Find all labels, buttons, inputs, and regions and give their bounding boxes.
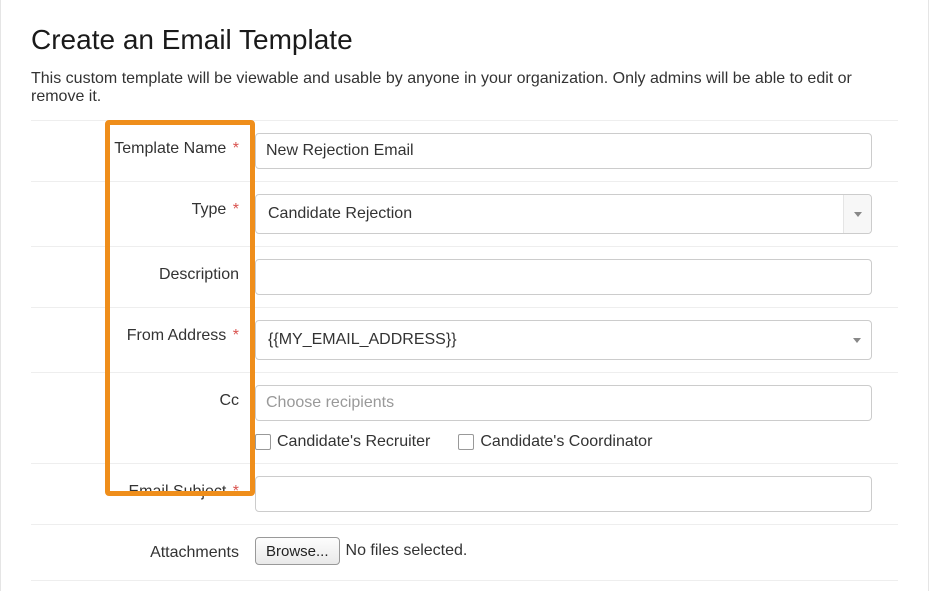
required-marker: *: [233, 201, 239, 218]
row-template-name: Template Name *: [31, 120, 898, 181]
label-attachments: Attachments: [150, 544, 239, 561]
description-input[interactable]: [255, 259, 872, 295]
from-address-select[interactable]: {{MY_EMAIL_ADDRESS}}: [255, 320, 872, 360]
cc-recruiter-label: Candidate's Recruiter: [277, 433, 430, 451]
template-name-input[interactable]: [255, 133, 872, 169]
row-attachments: Attachments Browse... No files selected.: [31, 524, 898, 581]
cc-input[interactable]: [255, 385, 872, 421]
cc-coordinator-label: Candidate's Coordinator: [480, 433, 652, 451]
chevron-down-icon: [843, 321, 871, 359]
chevron-down-icon: [843, 195, 871, 233]
label-cc: Cc: [219, 392, 239, 409]
attachments-status: No files selected.: [346, 542, 468, 560]
label-type: Type: [192, 201, 227, 218]
type-select[interactable]: Candidate Rejection: [255, 194, 872, 234]
page-title: Create an Email Template: [31, 24, 898, 56]
row-description: Description: [31, 246, 898, 307]
cc-coordinator-checkbox[interactable]: Candidate's Coordinator: [458, 433, 652, 451]
browse-button[interactable]: Browse...: [255, 537, 340, 565]
checkbox-icon: [255, 434, 271, 450]
checkbox-icon: [458, 434, 474, 450]
page-subtitle: This custom template will be viewable an…: [31, 70, 898, 106]
email-subject-input[interactable]: [255, 476, 872, 512]
row-from-address: From Address * {{MY_EMAIL_ADDRESS}}: [31, 307, 898, 372]
label-from-address: From Address: [127, 327, 227, 344]
label-template-name: Template Name: [114, 140, 226, 157]
row-type: Type * Candidate Rejection: [31, 181, 898, 246]
required-marker: *: [233, 327, 239, 344]
required-marker: *: [233, 140, 239, 157]
row-email-subject: Email Subject *: [31, 463, 898, 524]
label-description: Description: [159, 266, 239, 283]
required-marker: *: [233, 483, 239, 500]
type-select-value: Candidate Rejection: [268, 205, 412, 223]
row-cc: Cc Candidate's Recruiter Candidate's Coo…: [31, 372, 898, 463]
from-address-value: {{MY_EMAIL_ADDRESS}}: [268, 331, 457, 349]
form: Template Name * Type * Candidate Rejecti…: [31, 120, 898, 581]
cc-recruiter-checkbox[interactable]: Candidate's Recruiter: [255, 433, 430, 451]
label-email-subject: Email Subject: [128, 483, 226, 500]
